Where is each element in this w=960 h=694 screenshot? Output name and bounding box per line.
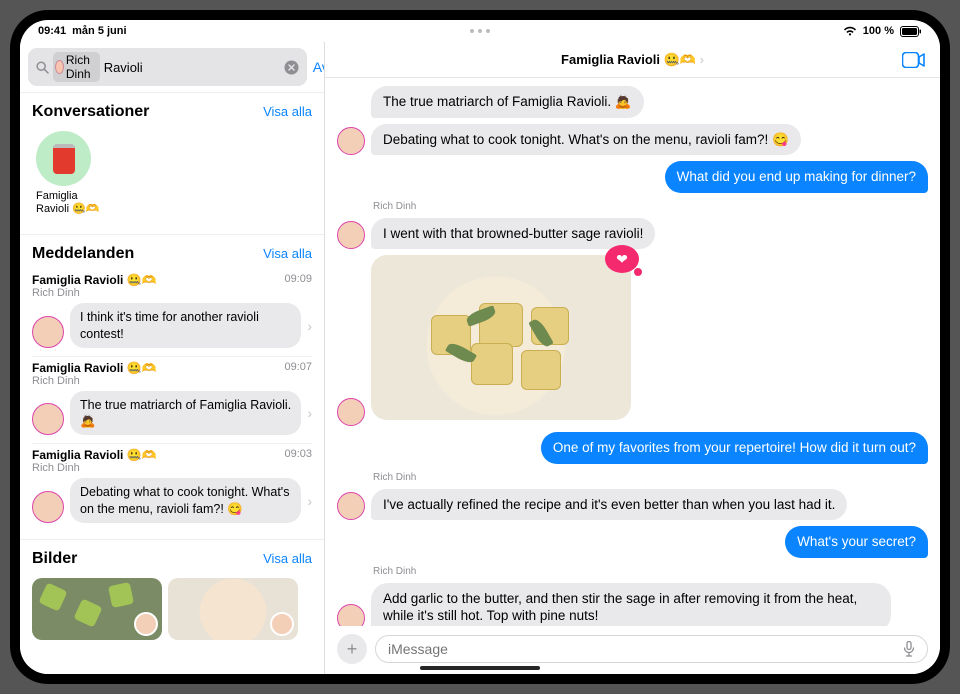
battery-icon [900, 26, 922, 37]
sender-avatar[interactable] [337, 604, 365, 626]
conversation-name: Famiglia Ravioli 🤐🫶 [36, 190, 99, 216]
sender-label: Rich Dinh [373, 566, 928, 577]
result-time: 09:09 [284, 273, 312, 299]
tapback-love-icon[interactable]: ❤ [605, 245, 639, 273]
result-bubble: The true matriarch of Famiglia Ravioli. … [70, 391, 301, 436]
showall-conversations[interactable]: Visa alla [263, 104, 312, 119]
section-title-conversations: Konversationer [32, 103, 149, 121]
conversation-avatar [36, 131, 91, 186]
facetime-button[interactable] [902, 52, 926, 68]
result-bubble: I think it's time for another ravioli co… [70, 303, 301, 348]
clear-search-icon[interactable] [284, 60, 299, 75]
result-time: 09:07 [284, 361, 312, 387]
search-token[interactable]: Rich Dinh [53, 52, 100, 82]
result-group: Famiglia Ravioli 🤐🫶 [32, 361, 157, 375]
sender-avatar[interactable] [337, 492, 365, 520]
section-messages: Meddelanden Visa alla Famiglia Ravioli 🤐… [20, 234, 324, 539]
status-time: 09:41 [38, 25, 66, 37]
message-result[interactable]: Famiglia Ravioli 🤐🫶 Rich Dinh 09:09 I th… [32, 269, 312, 357]
photo-attachment[interactable] [371, 255, 631, 420]
chat-pane: Famiglia Ravioli 🤐🫶 › The true matriarch… [325, 42, 940, 674]
tomato-can-icon [53, 144, 75, 174]
message-bubble-received[interactable]: I've actually refined the recipe and it'… [371, 489, 847, 521]
picture-thumbnail[interactable] [32, 578, 162, 640]
showall-pictures[interactable]: Visa alla [263, 551, 312, 566]
dictation-icon[interactable] [903, 641, 915, 657]
result-from: Rich Dinh [32, 287, 157, 299]
sidebar: Rich Dinh Avbryt Konversationer Visa all… [20, 42, 325, 674]
result-avatar [32, 491, 64, 523]
result-avatar [32, 403, 64, 435]
section-pictures: Bilder Visa alla [20, 539, 324, 640]
cancel-button[interactable]: Avbryt [313, 59, 325, 75]
composer: + [325, 626, 940, 674]
message-bubble-received[interactable]: The true matriarch of Famiglia Ravioli. … [371, 86, 644, 118]
result-avatar [32, 316, 64, 348]
message-bubble-received[interactable]: I went with that browned-butter sage rav… [371, 218, 655, 250]
search-field[interactable]: Rich Dinh [28, 48, 307, 86]
token-avatar [55, 60, 64, 74]
ipad-frame: 09:41 mån 5 juni 100 % [10, 10, 950, 684]
thumbnail-sender-avatar [270, 612, 294, 636]
chat-header: Famiglia Ravioli 🤐🫶 › [325, 42, 940, 78]
thumbnail-sender-avatar [134, 612, 158, 636]
result-group: Famiglia Ravioli 🤐🫶 [32, 448, 157, 462]
sender-label: Rich Dinh [373, 201, 928, 212]
message-input[interactable] [388, 641, 903, 657]
message-bubble-sent[interactable]: What did you end up making for dinner? [665, 161, 928, 193]
sender-avatar[interactable] [337, 221, 365, 249]
chat-title[interactable]: Famiglia Ravioli 🤐🫶 › [561, 52, 704, 68]
sender-avatar[interactable] [337, 398, 365, 426]
home-indicator[interactable] [420, 666, 540, 670]
message-bubble-sent[interactable]: One of my favorites from your repertoire… [541, 432, 928, 464]
message-bubble-received[interactable]: Add garlic to the butter, and then stir … [371, 583, 891, 626]
message-bubble-sent[interactable]: What's your secret? [785, 526, 928, 558]
message-bubble-received[interactable]: Debating what to cook tonight. What's on… [371, 124, 801, 156]
token-label: Rich Dinh [66, 53, 96, 81]
message-result[interactable]: Famiglia Ravioli 🤐🫶 Rich Dinh 09:03 Deba… [32, 444, 312, 531]
section-title-messages: Meddelanden [32, 245, 134, 263]
section-title-pictures: Bilder [32, 550, 77, 568]
chevron-right-icon: › [700, 52, 704, 67]
chat-scroll[interactable]: The true matriarch of Famiglia Ravioli. … [325, 78, 940, 626]
chevron-right-icon: › [307, 318, 312, 334]
picture-thumbnail[interactable] [168, 578, 298, 640]
wifi-icon [843, 26, 857, 36]
result-group: Famiglia Ravioli 🤐🫶 [32, 273, 157, 287]
chevron-right-icon: › [307, 493, 312, 509]
chevron-right-icon: › [307, 405, 312, 421]
result-from: Rich Dinh [32, 375, 157, 387]
section-conversations: Konversationer Visa alla Famiglia Raviol… [20, 92, 324, 234]
search-input[interactable] [104, 60, 280, 75]
screen: 09:41 mån 5 juni 100 % [20, 20, 940, 674]
showall-messages[interactable]: Visa alla [263, 246, 312, 261]
conversation-result[interactable]: Famiglia Ravioli 🤐🫶 [32, 127, 312, 226]
message-result[interactable]: Famiglia Ravioli 🤐🫶 Rich Dinh 09:07 The … [32, 357, 312, 445]
sender-label: Rich Dinh [373, 472, 928, 483]
add-attachment-button[interactable]: + [337, 634, 367, 664]
search-icon [36, 61, 49, 74]
battery-text: 100 % [863, 25, 894, 37]
result-from: Rich Dinh [32, 462, 157, 474]
result-bubble: Debating what to cook tonight. What's on… [70, 478, 301, 523]
message-input-field[interactable] [375, 635, 928, 663]
sender-avatar[interactable] [337, 127, 365, 155]
multitasking-dots[interactable] [470, 29, 490, 33]
status-bar: 09:41 mån 5 juni 100 % [20, 20, 940, 42]
result-time: 09:03 [284, 448, 312, 474]
status-date: mån 5 juni [72, 25, 126, 37]
